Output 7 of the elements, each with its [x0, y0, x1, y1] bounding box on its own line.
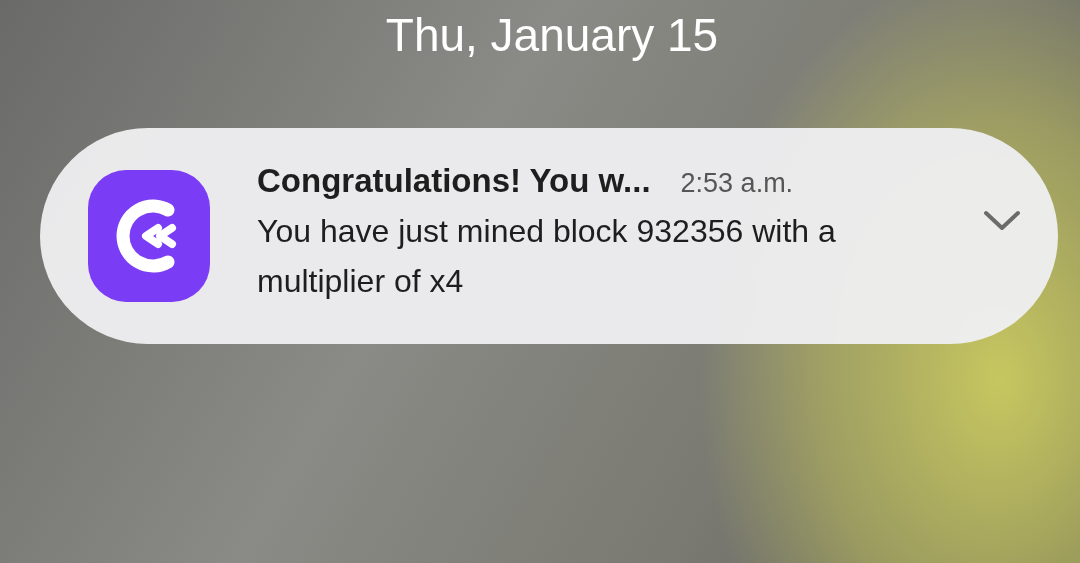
notification-time: 2:53 a.m.: [680, 168, 794, 199]
lock-screen-date: Thu, January 15: [385, 8, 719, 63]
notification-message: You have just mined block 932356 with a multiplier of x4: [257, 212, 837, 301]
notification-card[interactable]: Congratulations! You w... 2:53 a.m. You have just mined block 932356 with a multiplier of x4: [40, 128, 1058, 344]
app-icon: [88, 170, 210, 302]
chevron-down-icon[interactable]: [982, 209, 1022, 233]
notification-title: Congratulations! You w...: [257, 162, 651, 200]
